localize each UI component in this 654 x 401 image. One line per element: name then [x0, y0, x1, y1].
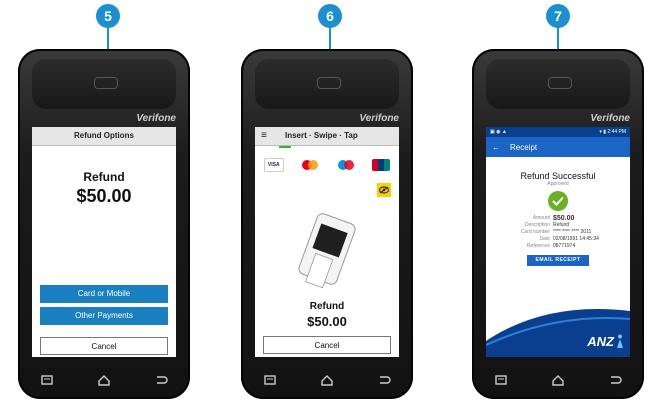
detail-row-card-number: Card number **** **** **** 2011	[520, 229, 592, 235]
contactless-reader-icon	[94, 77, 118, 89]
detail-row-description: Description Refund	[524, 222, 570, 228]
terminal-screen: ▣ ◉ ▲ ▾ ▮ 2:44 PM ← Receipt Refund Succe…	[486, 127, 630, 357]
anz-logo: ANZ	[587, 334, 614, 349]
step-6-marker: 6	[318, 4, 342, 28]
brand-logo: Verifone	[359, 113, 399, 124]
back-icon[interactable]	[153, 373, 169, 387]
result-subtitle: Approved	[547, 181, 569, 187]
contactless-reader-icon	[317, 77, 341, 89]
visa-logo: VISA	[263, 158, 284, 172]
detail-row-date: Date 02/08/1991 14:45:34	[539, 236, 599, 242]
payment-terminal-3: Verifone ▣ ◉ ▲ ▾ ▮ 2:44 PM ← Receipt Ref…	[472, 49, 644, 399]
refund-label: Refund	[83, 170, 125, 184]
accepted-cards-row: VISA	[255, 154, 399, 176]
app-bar-title: Receipt	[510, 142, 538, 152]
contactless-reader-icon	[548, 77, 572, 89]
accessibility-icon[interactable]	[377, 183, 391, 197]
nav-bar	[18, 369, 190, 391]
insert-swipe-tap-label: Insert · Swipe · Tap	[285, 131, 358, 140]
card-or-mobile-button[interactable]: Card or Mobile	[40, 285, 168, 303]
email-receipt-button[interactable]: EMAIL RECEIPT	[527, 255, 589, 266]
tap-indicator	[279, 146, 291, 148]
refund-amount: $50.00	[76, 186, 132, 206]
menu-icon[interactable]: ≡	[261, 127, 267, 145]
brand-logo: Verifone	[590, 113, 630, 124]
back-icon[interactable]	[607, 373, 623, 387]
payment-terminal-1: Verifone Refund Options Refund $50.00 Ca…	[18, 49, 190, 399]
nav-bar	[241, 369, 413, 391]
cancel-button[interactable]: Cancel	[40, 337, 168, 355]
status-bar: ▣ ◉ ▲ ▾ ▮ 2:44 PM	[486, 127, 630, 137]
app-bar: ← Receipt	[486, 137, 630, 157]
refund-amount: $50.00	[307, 314, 347, 329]
nav-bar	[472, 369, 644, 391]
back-arrow-icon[interactable]: ←	[492, 143, 500, 152]
unionpay-logo	[372, 159, 391, 171]
home-icon[interactable]	[319, 373, 335, 387]
anz-figures-icon	[617, 334, 623, 348]
receipt-details: Amount $50.00 Description Refund Card numb…	[486, 215, 630, 250]
result-title: Refund Successful	[520, 171, 596, 181]
other-payments-button[interactable]: Other Payments	[40, 307, 168, 325]
step-5-leader-line	[107, 28, 109, 50]
back-icon[interactable]	[376, 373, 392, 387]
screen-header: ≡ Insert · Swipe · Tap	[255, 127, 399, 146]
brand-logo: Verifone	[136, 113, 176, 124]
card-insert-illustration-icon	[298, 213, 356, 289]
maestro-logo	[337, 159, 355, 171]
home-icon[interactable]	[550, 373, 566, 387]
recent-apps-icon[interactable]	[39, 373, 55, 387]
success-check-icon	[548, 191, 568, 211]
detail-row-amount: Amount $50.00	[532, 215, 575, 222]
refund-label: Refund	[309, 301, 345, 312]
clock: 2:44 PM	[607, 129, 626, 135]
payment-terminal-2: Verifone ≡ Insert · Swipe · Tap VISA Ref…	[241, 49, 413, 399]
detail-row-reference: Reference 08771974	[526, 243, 576, 249]
recent-apps-icon[interactable]	[493, 373, 509, 387]
mastercard-logo	[301, 159, 319, 171]
step-7-leader-line	[557, 28, 559, 50]
recent-apps-icon[interactable]	[262, 373, 278, 387]
screen-header: Refund Options	[32, 127, 176, 146]
step-7-marker: 7	[546, 4, 570, 28]
step-6-leader-line	[329, 28, 331, 50]
terminal-screen: Refund Options Refund $50.00 Card or Mob…	[32, 127, 176, 357]
step-5-marker: 5	[96, 4, 120, 28]
cancel-button[interactable]: Cancel	[263, 336, 391, 354]
terminal-screen: ≡ Insert · Swipe · Tap VISA Refund $50.0…	[255, 127, 399, 357]
home-icon[interactable]	[96, 373, 112, 387]
notification-icons: ▣ ◉ ▲	[490, 129, 507, 135]
